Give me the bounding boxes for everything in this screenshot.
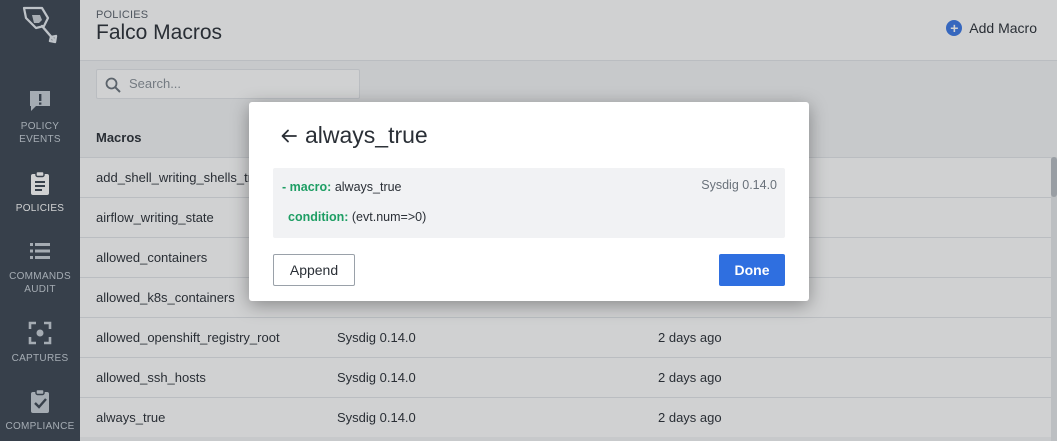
macro-line: - macro: always_true (282, 180, 402, 194)
macro-value: always_true (334, 180, 402, 194)
yaml-dash: - (282, 180, 290, 194)
macro-detail-dialog: always_true - macro: always_true conditi… (249, 102, 809, 301)
back-arrow-icon[interactable] (279, 126, 299, 146)
append-button[interactable]: Append (273, 254, 355, 286)
version-label: Sysdig 0.14.0 (701, 178, 777, 192)
done-button[interactable]: Done (719, 254, 785, 286)
dialog-title: always_true (305, 122, 428, 148)
condition-key: condition: (288, 210, 349, 224)
condition-line: condition: (evt.num=>0) (288, 210, 426, 224)
macro-definition-block: - macro: always_true condition: (evt.num… (273, 168, 785, 238)
condition-value: (evt.num=>0) (351, 210, 427, 224)
macro-key: macro: (289, 180, 332, 194)
